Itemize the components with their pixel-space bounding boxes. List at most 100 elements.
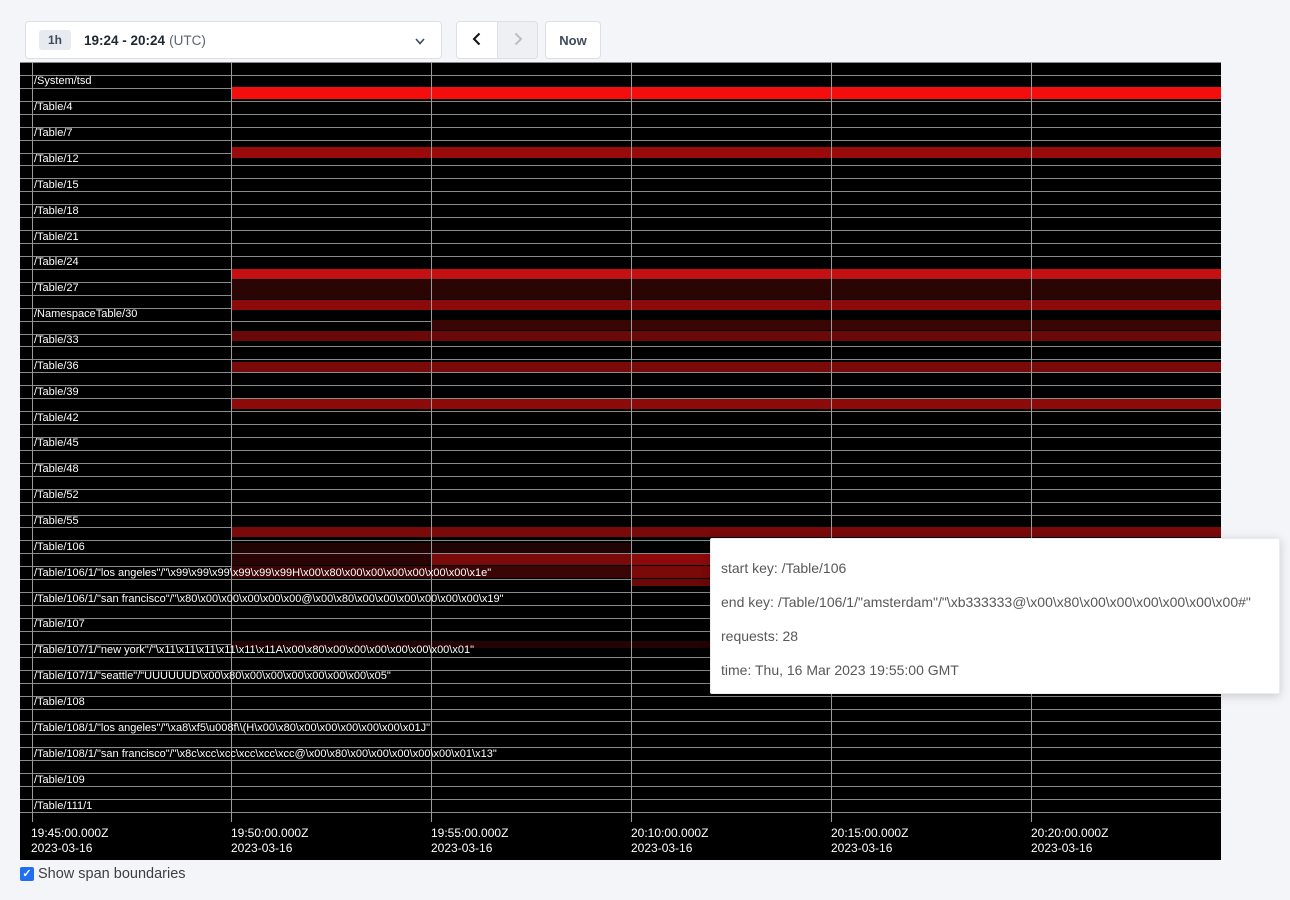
grid-line-vertical: [32, 62, 33, 822]
grid-line-horizontal: [20, 75, 1221, 76]
show-span-boundaries-label: Show span boundaries: [38, 866, 186, 882]
grid-line-horizontal: [20, 463, 1221, 464]
grid-line-vertical: [831, 62, 832, 822]
time-axis: 19:45:00.000Z2023-03-16 19:50:00.000Z2023…: [20, 822, 1221, 860]
row-label: /Table/48: [34, 464, 79, 475]
now-button[interactable]: Now: [545, 21, 601, 59]
row-label: /Table/107/1/"seattle"/"UUUUUUD\x00\x80\…: [34, 671, 391, 682]
axis-tick: 19:45:00.000Z2023-03-16: [31, 826, 108, 856]
tooltip-line: end key: /Table/106/1/"amsterdam"/"\xb33…: [721, 585, 1269, 619]
row-label: /Table/24: [34, 257, 79, 268]
row-label: /Table/36: [34, 361, 79, 372]
toolbar: 1h 19:24 - 20:24(UTC) Now: [0, 0, 1290, 62]
grid-line-horizontal: [20, 476, 1221, 477]
row-label: /Table/39: [34, 387, 79, 398]
hover-tooltip: start key: /Table/106end key: /Table/106…: [710, 538, 1280, 694]
grid-line-horizontal: [20, 230, 1221, 231]
heat-band[interactable]: [231, 554, 431, 565]
grid-line-horizontal: [20, 101, 1221, 102]
row-label: /System/tsd: [34, 76, 91, 87]
row-label: /Table/33: [34, 335, 79, 346]
row-label: /Table/109: [34, 775, 85, 786]
row-label: /Table/12: [34, 154, 79, 165]
time-range-selector[interactable]: 1h 19:24 - 20:24(UTC): [25, 21, 442, 59]
grid-line-horizontal: [20, 140, 1221, 141]
row-label: /Table/7: [34, 128, 73, 139]
grid-line-horizontal: [20, 217, 1221, 218]
grid-line-horizontal: [20, 424, 1221, 425]
row-label: /Table/108/1/"los angeles"/"\xa8\xf5\u00…: [34, 723, 430, 734]
grid-line-horizontal: [20, 191, 1221, 192]
grid-line-horizontal: [20, 114, 1221, 115]
range-utc-suffix: (UTC): [169, 33, 206, 48]
row-label: /Table/52: [34, 490, 79, 501]
grid-line-horizontal: [20, 773, 1221, 774]
grid-line-horizontal: [20, 256, 1221, 257]
row-label: /Table/27: [34, 283, 79, 294]
show-span-boundaries-checkbox[interactable]: ✓: [20, 867, 34, 881]
chevron-down-icon: [413, 34, 427, 53]
grid-line-horizontal: [20, 359, 1221, 360]
heat-band[interactable]: [431, 320, 1221, 330]
row-label: /Table/107/1/"new york"/"\x11\x11\x11\x1…: [34, 645, 474, 656]
chevron-right-icon: [510, 31, 526, 50]
key-visualizer-heatmap[interactable]: /System/tsd/Table/4/Table/7/Table/12/Tab…: [20, 62, 1221, 822]
heat-band[interactable]: [231, 362, 1221, 372]
grid-line-vertical: [431, 62, 432, 822]
heat-band[interactable]: [231, 280, 1221, 299]
row-label: /Table/107: [34, 619, 85, 630]
row-label: /NamespaceTable/30: [34, 309, 137, 320]
grid-line-horizontal: [20, 696, 1221, 697]
row-label: /Table/106/1/"san francisco"/"\x80\x00\x…: [34, 594, 504, 605]
row-label: /Table/55: [34, 516, 79, 527]
grid-line-horizontal: [20, 62, 1221, 63]
grid-line-vertical: [631, 62, 632, 822]
grid-line-horizontal: [20, 127, 1221, 128]
axis-tick: 20:20:00.000Z2023-03-16: [1031, 826, 1108, 856]
row-label: /Table/42: [34, 413, 79, 424]
grid-line-vertical: [1031, 62, 1032, 822]
row-label: /Table/21: [34, 232, 79, 243]
axis-tick: 20:10:00.000Z2023-03-16: [631, 826, 708, 856]
grid-line-horizontal: [20, 385, 1221, 386]
grid-line-horizontal: [20, 760, 1221, 761]
grid-line-horizontal: [20, 709, 1221, 710]
grid-line-horizontal: [20, 437, 1221, 438]
row-label: /Table/111/1: [34, 801, 92, 812]
row-label: /Table/4: [34, 102, 73, 113]
row-label: /Table/106: [34, 542, 85, 553]
grid-line-vertical: [231, 62, 232, 822]
grid-line-horizontal: [20, 204, 1221, 205]
heat-band[interactable]: [231, 87, 1221, 99]
range-text: 19:24 - 20:24(UTC): [84, 33, 206, 48]
row-label: /Table/108/1/"san francisco"/"\x8c\xcc\x…: [34, 749, 497, 760]
row-label: /Table/108: [34, 697, 85, 708]
axis-tick: 19:50:00.000Z2023-03-16: [231, 826, 308, 856]
range-duration-badge: 1h: [39, 30, 71, 50]
heat-band[interactable]: [231, 300, 1221, 310]
grid-line-horizontal: [20, 734, 1221, 735]
heat-band[interactable]: [231, 269, 1221, 279]
grid-line-horizontal: [20, 786, 1221, 787]
row-label: /Table/106/1/"los angeles"/"\x99\x99\x99…: [34, 568, 491, 579]
prev-range-button[interactable]: [457, 22, 497, 58]
heat-band[interactable]: [231, 331, 1221, 341]
chevron-left-icon: [469, 31, 485, 50]
heat-band[interactable]: [231, 527, 1221, 537]
heat-band[interactable]: [431, 554, 631, 565]
row-label: /Table/15: [34, 180, 79, 191]
grid-line-horizontal: [20, 243, 1221, 244]
axis-tick: 19:55:00.000Z2023-03-16: [431, 826, 508, 856]
heat-band[interactable]: [231, 399, 1221, 409]
range-nav-group: [456, 21, 538, 59]
grid-line-horizontal: [20, 515, 1221, 516]
grid-line-horizontal: [20, 502, 1221, 503]
grid-line-horizontal: [20, 489, 1221, 490]
grid-line-horizontal: [20, 411, 1221, 412]
grid-line-horizontal: [20, 372, 1221, 373]
grid-line-horizontal: [20, 346, 1221, 347]
axis-tick: 20:15:00.000Z2023-03-16: [831, 826, 908, 856]
tooltip-line: time: Thu, 16 Mar 2023 19:55:00 GMT: [721, 653, 1269, 687]
next-range-button[interactable]: [497, 22, 537, 58]
heat-band[interactable]: [231, 147, 1221, 158]
